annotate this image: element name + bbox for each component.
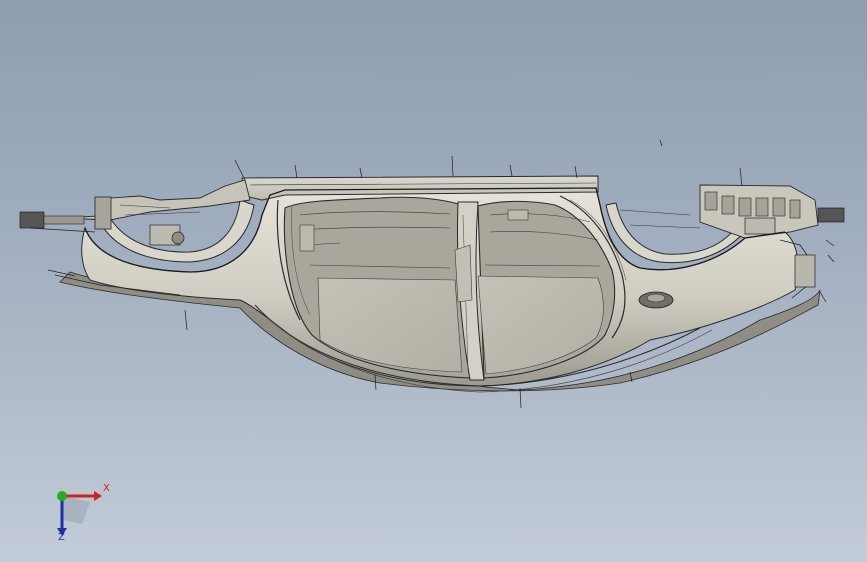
z-axis-label: Z (58, 532, 65, 543)
graphics-viewport[interactable]: X Z (0, 0, 867, 562)
car-body-model[interactable] (0, 0, 867, 562)
triad-plane (62, 496, 90, 524)
x-axis-label: X (103, 483, 110, 494)
x-axis-head (94, 491, 102, 501)
coordinate-triad: X Z (40, 478, 120, 548)
y-axis-dot (57, 491, 67, 501)
